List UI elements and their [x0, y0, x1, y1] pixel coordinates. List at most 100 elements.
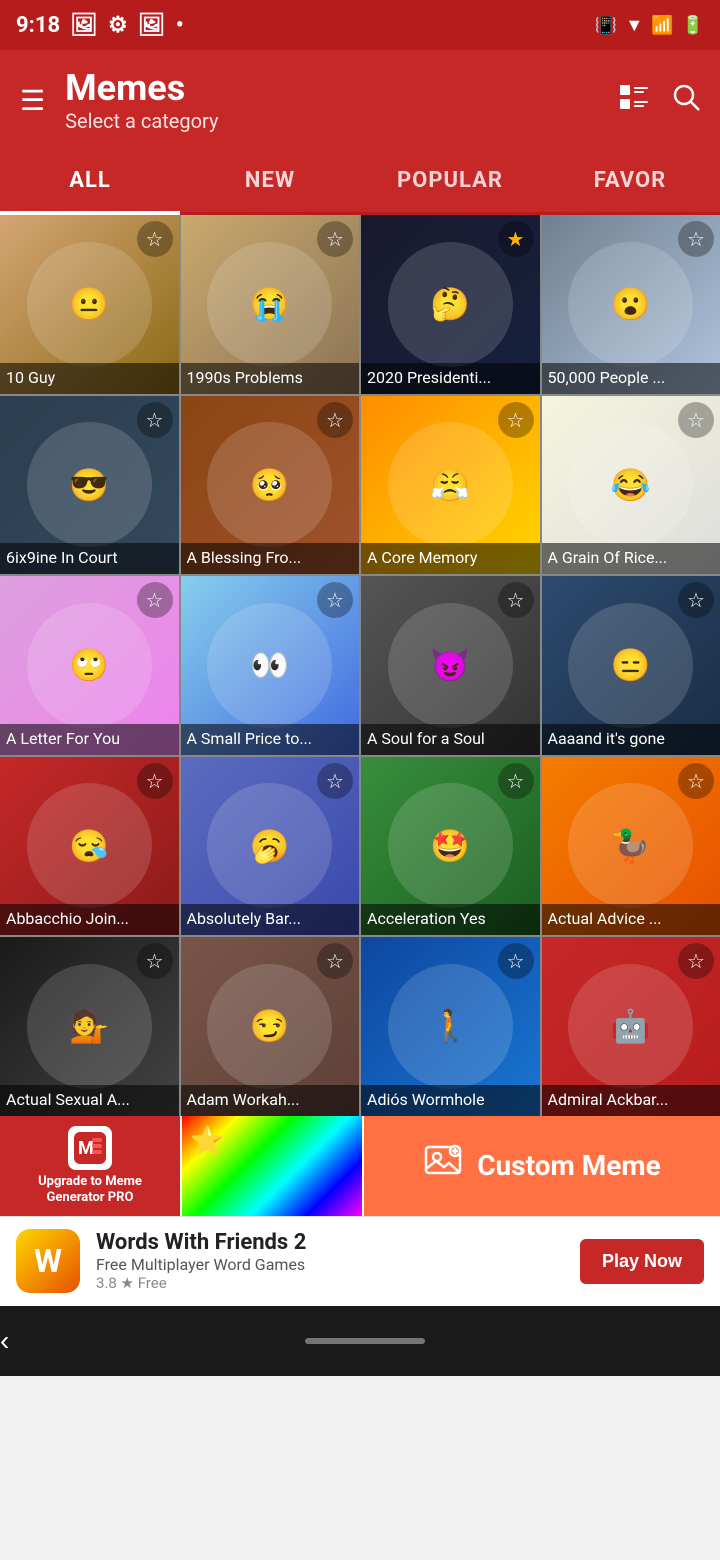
meme-item[interactable]: 🥱☆Absolutely Bar...	[181, 757, 360, 936]
favorite-button[interactable]: ☆	[317, 943, 353, 979]
search-button[interactable]	[672, 83, 700, 118]
meme-label: 10 Guy	[0, 363, 179, 394]
meme-item[interactable]: 😂☆ A Grain Of Rice...	[542, 396, 720, 575]
favorite-button[interactable]: ☆	[678, 221, 714, 257]
status-right: 📳 ▼ 📶 🔋	[595, 15, 704, 36]
favorite-button[interactable]: ☆	[498, 582, 534, 618]
meme-grid: 😐☆10 Guy😭☆1990s Problems🤔★2020 President…	[0, 215, 720, 1116]
meme-face-emoji: 🤔	[388, 242, 513, 367]
meme-label: Aaaand it's gone	[542, 724, 720, 755]
meme-label: Actual Advice ...	[542, 904, 720, 935]
meme-item[interactable]: 😏☆Adam Workah...	[181, 937, 360, 1116]
meme-label: Acceleration Yes	[361, 904, 540, 935]
meme-face-emoji: 🦆	[568, 783, 693, 908]
meme-face-emoji: 😑	[568, 603, 693, 728]
upgrade-text: Upgrade to Meme Generator PRO	[12, 1174, 168, 1205]
home-indicator	[305, 1338, 425, 1344]
upgrade-button[interactable]: M Upgrade to Meme Generator PRO	[0, 1116, 180, 1216]
meme-face-emoji: 😂	[568, 422, 693, 547]
meme-item[interactable]: 🤩☆Acceleration Yes	[361, 757, 540, 936]
photo-icon-2: 🖼	[138, 13, 166, 38]
tab-new[interactable]: NEW	[180, 150, 360, 212]
favorite-button[interactable]: ☆	[498, 763, 534, 799]
meme-face-emoji: 🤖	[568, 964, 693, 1089]
meme-item[interactable]: 😐☆ 10 Guy	[0, 215, 179, 394]
favorite-button[interactable]: ☆	[137, 582, 173, 618]
favorite-button[interactable]: ☆	[317, 582, 353, 618]
meme-face-emoji: 💁	[27, 964, 152, 1089]
meme-item[interactable]: 💁☆Actual Sexual A...	[0, 937, 179, 1116]
meme-item[interactable]: 😈☆A Soul for a Soul	[361, 576, 540, 755]
meme-face-emoji: 😎	[27, 422, 152, 547]
meme-item[interactable]: 🤔★ 2020 Presidenti...	[361, 215, 540, 394]
favorite-button[interactable]: ☆	[498, 943, 534, 979]
favorite-button[interactable]: ☆	[137, 221, 173, 257]
meme-label: Abbacchio Join...	[0, 904, 179, 935]
meme-label: 1990s Problems	[181, 363, 360, 394]
favorite-button[interactable]: ☆	[678, 763, 714, 799]
tab-favorites[interactable]: FAVOR	[540, 150, 720, 212]
custom-meme-button[interactable]: Custom Meme	[364, 1116, 720, 1216]
favorite-button[interactable]: ☆	[317, 221, 353, 257]
meme-label: A Letter For You	[0, 724, 179, 755]
meme-label: A Core Memory	[361, 543, 540, 574]
list-view-button[interactable]	[620, 83, 648, 118]
meme-item[interactable]: 😎☆ 6ix9ine In Court	[0, 396, 179, 575]
meme-item[interactable]: 🤖☆ Admiral Ackbar...	[542, 937, 720, 1116]
ad-title: Words With Friends 2	[96, 1230, 564, 1255]
favorite-button[interactable]: ☆	[137, 943, 173, 979]
meme-item[interactable]: 🥺☆A Blessing Fro...	[181, 396, 360, 575]
meme-label: A Small Price to...	[181, 724, 360, 755]
wifi-icon: ▼	[625, 15, 643, 36]
meme-face-emoji: 😏	[207, 964, 332, 1089]
favorite-button[interactable]: ☆	[317, 402, 353, 438]
meme-item[interactable]: 😪☆Abbacchio Join...	[0, 757, 179, 936]
favorite-button[interactable]: ☆	[137, 402, 173, 438]
photo-icon-1: 🖼	[70, 13, 98, 38]
bottom-bar: M Upgrade to Meme Generator PRO ⭐ Custom…	[0, 1116, 720, 1216]
meme-item[interactable]: 😤☆ A Core Memory	[361, 396, 540, 575]
meme-label: A Grain Of Rice...	[542, 543, 720, 574]
signal-icon: 📶	[651, 15, 673, 36]
tab-all[interactable]: ALL	[0, 150, 180, 215]
back-button[interactable]: ‹	[0, 1325, 9, 1357]
meme-face-emoji: 😐	[27, 242, 152, 367]
ad-rating: 3.8 ★ Free	[96, 1274, 564, 1292]
custom-meme-icon	[423, 1141, 463, 1190]
tab-popular[interactable]: POPULAR	[360, 150, 540, 212]
app-icon: M	[68, 1126, 112, 1170]
favorite-button[interactable]: ☆	[137, 763, 173, 799]
meme-face-emoji: 😤	[388, 422, 513, 547]
meme-item[interactable]: 😮☆50,000 People ...	[542, 215, 720, 394]
meme-item[interactable]: 👀☆A Small Price to...	[181, 576, 360, 755]
rainbow-star: ⭐	[190, 1124, 225, 1157]
meme-item[interactable]: 😭☆ 1990s Problems	[181, 215, 360, 394]
meme-item[interactable]: 😑☆ Aaaand it's gone	[542, 576, 720, 755]
favorite-button[interactable]: ☆	[317, 763, 353, 799]
meme-face-emoji: 😭	[207, 242, 332, 367]
favorite-button[interactable]: ☆	[678, 943, 714, 979]
meme-label: 2020 Presidenti...	[361, 363, 540, 394]
favorite-button[interactable]: ☆	[498, 402, 534, 438]
meme-item[interactable]: 🙄☆A Letter For You	[0, 576, 179, 755]
meme-label: Admiral Ackbar...	[542, 1085, 720, 1116]
ad-play-button[interactable]: Play Now	[580, 1239, 704, 1284]
meme-item[interactable]: 🚶☆Adiós Wormhole	[361, 937, 540, 1116]
favorite-button[interactable]: ☆	[678, 582, 714, 618]
meme-label: A Soul for a Soul	[361, 724, 540, 755]
meme-face-emoji: 😮	[568, 242, 693, 367]
rainbow-preview: ⭐	[182, 1116, 362, 1216]
svg-text:M: M	[78, 1138, 94, 1159]
favorite-button[interactable]: ★	[498, 221, 534, 257]
dot-icon: •	[176, 13, 184, 38]
tabs-bar: ALL NEW POPULAR FAVOR	[0, 150, 720, 215]
favorite-button[interactable]: ☆	[678, 402, 714, 438]
settings-icon: ⚙	[108, 13, 128, 38]
ad-info: Words With Friends 2 Free Multiplayer Wo…	[96, 1230, 564, 1292]
meme-label: 6ix9ine In Court	[0, 543, 179, 574]
meme-item[interactable]: 🦆☆ Actual Advice ...	[542, 757, 720, 936]
header-icons	[620, 83, 700, 118]
ad-banner: W Words With Friends 2 Free Multiplayer …	[0, 1216, 720, 1306]
menu-button[interactable]: ☰	[20, 84, 45, 117]
vibrate-icon: 📳	[595, 15, 617, 36]
